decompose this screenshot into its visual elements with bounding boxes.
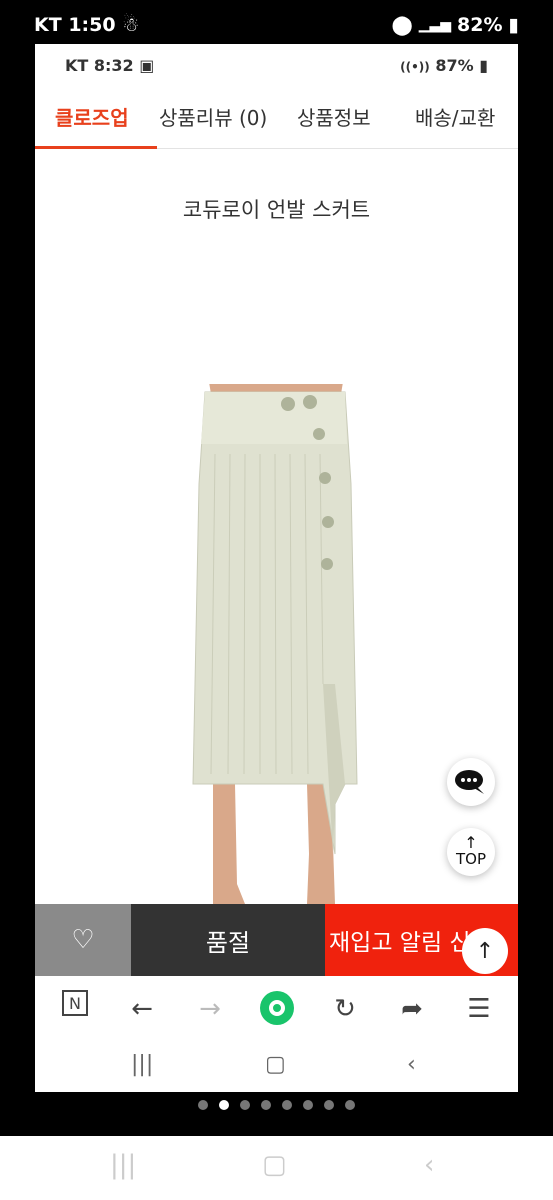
pager-dot[interactable] xyxy=(219,1100,229,1110)
pager-dot[interactable] xyxy=(261,1100,271,1110)
back-icon[interactable]: ‹ xyxy=(407,1052,416,1077)
home-icon[interactable]: ▢ xyxy=(262,1150,287,1180)
arrow-up-icon: ↑ xyxy=(475,938,495,964)
close-icon[interactable] xyxy=(35,74,65,110)
tab-shipping-exchange[interactable]: 배송/교환 xyxy=(415,102,495,131)
inner-carrier: KT xyxy=(65,56,89,75)
pager-dot[interactable] xyxy=(345,1100,355,1110)
inner-status-left: KT 8:32 ▣ xyxy=(65,56,154,75)
menu-icon[interactable]: ☰ xyxy=(459,994,499,1024)
pager-dot[interactable] xyxy=(324,1100,334,1110)
outer-time: 1:50 xyxy=(68,14,116,36)
inner-system-nav: ||| ▢ ‹ xyxy=(35,1042,518,1092)
tab-reviews[interactable]: 상품리뷰 (0) xyxy=(159,102,267,131)
pager-dot[interactable] xyxy=(198,1100,208,1110)
recent-apps-icon[interactable]: ||| xyxy=(131,1052,153,1077)
signal-icon: ▁▃▅ xyxy=(418,17,452,33)
inner-status-bar: KT 8:32 ▣ ((•)) 87% ▮ xyxy=(35,44,518,88)
inner-screenshot: KT 8:32 ▣ ((•)) 87% ▮ 클로즈업 상품리뷰 (0) 상품정보… xyxy=(35,44,518,1092)
skirt-product-image xyxy=(192,384,358,904)
outer-battery: 82% xyxy=(457,14,503,36)
forward-arrow-icon[interactable]: → xyxy=(190,994,230,1024)
back-icon[interactable]: ‹ xyxy=(424,1150,434,1180)
purchase-action-bar: ♡ 품절 재입고 알림 신청 xyxy=(35,904,518,976)
share-icon[interactable]: ➦ xyxy=(392,994,432,1024)
browser-toolbar: N ← → ↻ ➦ ☰ xyxy=(35,976,518,1042)
heart-icon: ♡ xyxy=(71,925,95,955)
inner-battery: 87% xyxy=(435,56,474,75)
product-title: 코듀로이 언발 스커트 xyxy=(182,198,371,222)
soldout-label: 품절 xyxy=(205,928,251,957)
gallery-icon: ▣ xyxy=(139,56,155,75)
naver-home-icon[interactable] xyxy=(260,991,294,1025)
inner-time: 8:32 xyxy=(93,56,134,75)
wishlist-button[interactable]: ♡ xyxy=(35,904,131,976)
scroll-up-button[interactable]: ↑ xyxy=(462,928,508,974)
home-icon[interactable]: ▢ xyxy=(265,1052,286,1077)
top-label: TOP xyxy=(455,850,486,868)
pager-dot[interactable] xyxy=(303,1100,313,1110)
chat-button[interactable] xyxy=(447,758,495,806)
outer-status-left: KT 1:50 ☃ xyxy=(34,14,139,36)
tab-product-info[interactable]: 상품정보 xyxy=(297,102,371,131)
wifi-icon: ((•)) xyxy=(400,60,430,74)
scroll-top-button[interactable]: ↑ TOP xyxy=(447,828,495,876)
chat-bubble-icon xyxy=(455,770,484,794)
outer-system-nav: ||| ▢ ‹ xyxy=(0,1136,553,1200)
pager-dot[interactable] xyxy=(282,1100,292,1110)
naver-n-icon[interactable]: N xyxy=(55,990,95,1023)
recent-apps-icon[interactable]: ||| xyxy=(110,1150,136,1180)
product-tab-bar: 클로즈업 상품리뷰 (0) 상품정보 배송/교환 xyxy=(35,88,518,149)
refresh-icon[interactable]: ↻ xyxy=(325,994,365,1024)
location-icon: ⬤ xyxy=(391,14,413,36)
battery-icon: ▮ xyxy=(508,14,519,36)
inner-status-right: ((•)) 87% ▮ xyxy=(400,56,488,75)
inner-battery-icon: ▮ xyxy=(479,56,488,75)
back-arrow-icon[interactable]: ← xyxy=(122,994,162,1024)
outer-status-right: ⬤ ▁▃▅ 82% ▮ xyxy=(391,14,519,36)
soldout-button[interactable]: 품절 xyxy=(131,904,325,976)
app-notification-icon: ☃ xyxy=(122,14,140,36)
svg-text:N: N xyxy=(69,994,81,1013)
pager-dots xyxy=(0,1100,553,1116)
tab-closeup[interactable]: 클로즈업 xyxy=(55,102,129,131)
outer-carrier: KT xyxy=(34,14,62,36)
active-tab-indicator xyxy=(35,146,157,149)
pager-dot[interactable] xyxy=(240,1100,250,1110)
arrow-up-icon: ↑ xyxy=(464,833,478,852)
